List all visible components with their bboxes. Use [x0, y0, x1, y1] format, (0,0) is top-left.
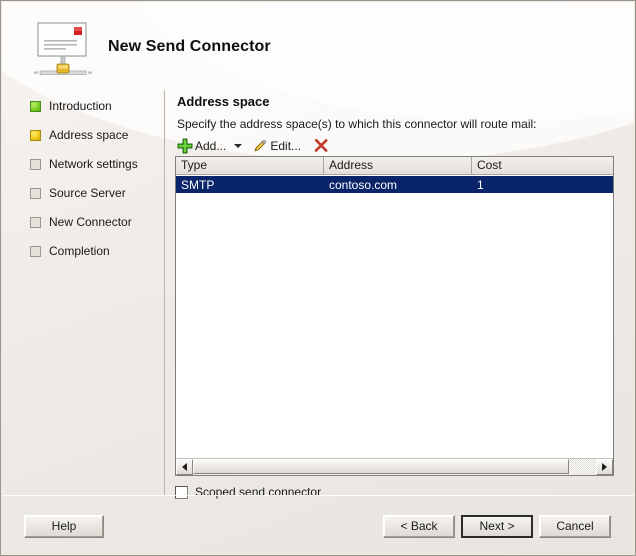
listview-header-row: Type Address Cost: [176, 157, 613, 175]
cell-type: SMTP: [181, 177, 215, 192]
sidebar-item-source-server[interactable]: Source Server: [30, 184, 126, 202]
address-space-listview[interactable]: Type Address Cost SMTP contoso.com 1: [175, 156, 614, 476]
table-row[interactable]: SMTP contoso.com 1: [176, 176, 613, 193]
listview-body: SMTP contoso.com 1: [176, 176, 613, 457]
wizard-step-sidebar: Introduction Address space Network setti…: [2, 90, 165, 554]
step-status-icon-pending: [30, 158, 41, 170]
arrow-right-icon: [602, 463, 607, 471]
add-dropdown-button[interactable]: [231, 136, 244, 156]
pencil-icon: [252, 138, 268, 154]
help-button[interactable]: Help: [24, 515, 104, 538]
remove-button[interactable]: [311, 135, 331, 157]
address-space-toolbar: Add... Edit...: [175, 134, 331, 158]
sidebar-item-label: Introduction: [49, 99, 112, 113]
instruction-text: Specify the address space(s) to which th…: [177, 117, 537, 131]
sidebar-item-label: Completion: [49, 244, 110, 258]
content-pane: Address space Specify the address space(…: [165, 90, 634, 499]
horizontal-scrollbar[interactable]: [176, 458, 613, 475]
chevron-down-icon: [233, 144, 242, 148]
wizard-window-body: New Send Connector Introduction Address …: [2, 2, 634, 554]
cell-cost: 1: [477, 177, 484, 192]
section-title: Address space: [177, 94, 270, 109]
step-status-icon-done: [30, 100, 41, 112]
sidebar-item-address-space[interactable]: Address space: [30, 126, 128, 144]
footer-divider: [2, 495, 634, 496]
step-status-icon-pending: [30, 245, 41, 257]
add-button[interactable]: Add...: [175, 135, 228, 157]
scroll-left-button[interactable]: [176, 459, 193, 475]
wizard-window: New Send Connector Introduction Address …: [0, 0, 636, 556]
sidebar-item-new-connector[interactable]: New Connector: [30, 213, 132, 231]
red-x-icon: [313, 138, 329, 154]
column-header-address[interactable]: Address: [324, 157, 472, 174]
sidebar-item-label: Address space: [49, 128, 129, 142]
wizard-header: New Send Connector: [2, 2, 634, 90]
send-connector-icon: [31, 21, 95, 83]
sidebar-item-label: New Connector: [49, 215, 132, 229]
edit-button[interactable]: Edit...: [250, 135, 303, 157]
sidebar-item-introduction[interactable]: Introduction: [30, 97, 112, 115]
next-button[interactable]: Next >: [461, 515, 533, 538]
column-header-type[interactable]: Type: [176, 157, 324, 174]
step-status-icon-pending: [30, 216, 41, 228]
page-title: New Send Connector: [108, 38, 271, 55]
back-button[interactable]: < Back: [383, 515, 455, 538]
step-status-icon-current: [30, 129, 41, 141]
sidebar-item-network-settings[interactable]: Network settings: [30, 155, 138, 173]
column-header-cost[interactable]: Cost: [472, 157, 613, 174]
add-button-label: Add...: [195, 139, 227, 153]
scroll-right-button[interactable]: [596, 459, 613, 475]
cell-address: contoso.com: [329, 177, 398, 192]
sidebar-item-label: Source Server: [49, 186, 126, 200]
sidebar-item-completion[interactable]: Completion: [30, 242, 110, 260]
scrollbar-track[interactable]: [193, 459, 596, 475]
wizard-footer: Help < Back Next > Cancel: [2, 495, 634, 554]
scrollbar-thumb[interactable]: [193, 459, 569, 474]
sidebar-item-label: Network settings: [49, 157, 138, 171]
cancel-button[interactable]: Cancel: [539, 515, 611, 538]
step-status-icon-pending: [30, 187, 41, 199]
edit-button-label: Edit...: [270, 139, 302, 153]
green-plus-icon: [177, 138, 193, 154]
arrow-left-icon: [182, 463, 187, 471]
